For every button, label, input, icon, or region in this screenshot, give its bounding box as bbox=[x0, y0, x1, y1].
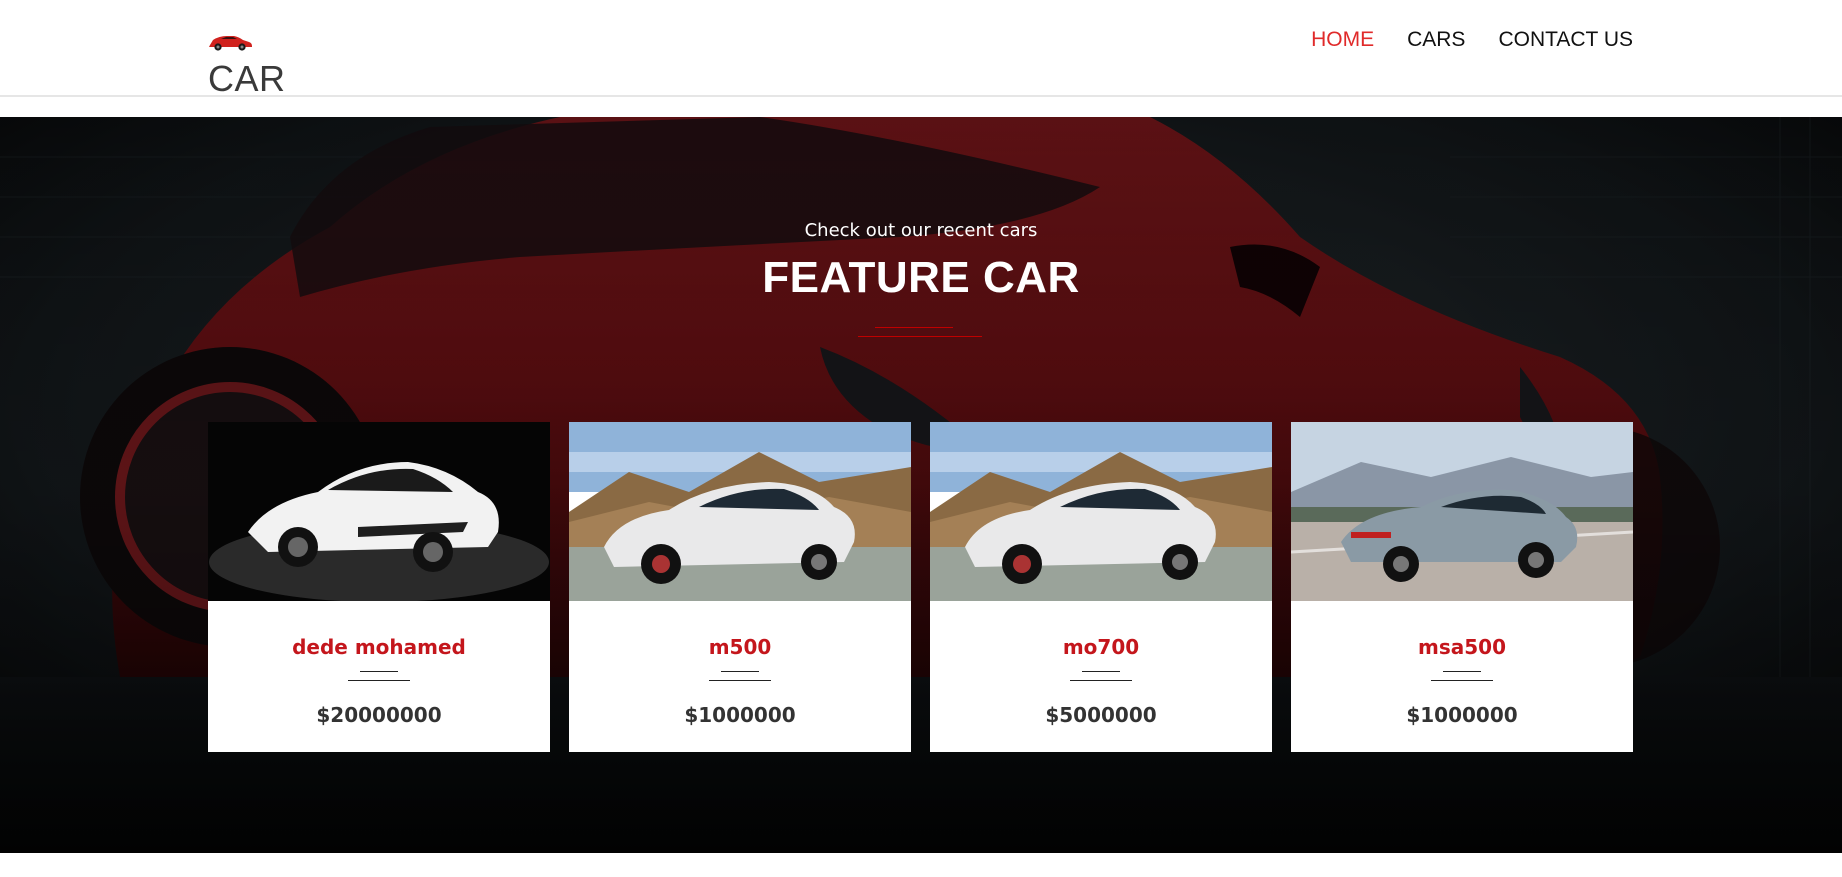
card-divider bbox=[709, 680, 771, 681]
section-subtitle: Check out our recent cars bbox=[804, 220, 1038, 241]
car-photo-white-sports-car-desert[interactable] bbox=[569, 422, 911, 601]
card-divider bbox=[348, 680, 410, 681]
nav-home-link[interactable]: HOME bbox=[1311, 28, 1374, 52]
section-title: FEATURE CAR bbox=[762, 253, 1080, 302]
card-divider bbox=[1443, 671, 1481, 672]
car-name[interactable]: msa500 bbox=[1291, 635, 1633, 659]
car-price: $20000000 bbox=[316, 703, 442, 727]
site-header: CAR HOME CARS CONTACT US bbox=[0, 0, 1842, 100]
main-nav: HOME CARS CONTACT US bbox=[1311, 28, 1633, 52]
car-name[interactable]: m500 bbox=[569, 635, 911, 659]
car-name[interactable]: dede mohamed bbox=[208, 635, 550, 659]
feature-section: Check out our recent cars FEATURE CAR de… bbox=[0, 117, 1842, 853]
car-card[interactable]: dede mohamed $20000000 bbox=[208, 422, 550, 752]
car-photo-white-sports-car[interactable] bbox=[208, 422, 550, 601]
card-divider bbox=[1431, 680, 1493, 681]
car-price: $5000000 bbox=[1045, 703, 1157, 727]
car-photo-silver-sports-car-track[interactable] bbox=[1291, 422, 1633, 601]
nav-cars-link[interactable]: CARS bbox=[1407, 28, 1465, 52]
car-card[interactable]: msa500 $1000000 bbox=[1291, 422, 1633, 752]
card-divider bbox=[1070, 680, 1132, 681]
car-price: $1000000 bbox=[1406, 703, 1518, 727]
card-divider bbox=[1082, 671, 1120, 672]
car-card[interactable]: m500 $1000000 bbox=[569, 422, 911, 752]
brand-name[interactable]: CAR bbox=[208, 58, 286, 100]
title-divider bbox=[858, 336, 982, 337]
car-photo-white-sports-car-desert[interactable] bbox=[930, 422, 1272, 601]
nav-contact-link[interactable]: CONTACT US bbox=[1498, 28, 1633, 52]
red-sports-car-icon[interactable] bbox=[207, 30, 253, 52]
car-price: $1000000 bbox=[684, 703, 796, 727]
title-divider bbox=[875, 327, 953, 328]
car-card[interactable]: mo700 $5000000 bbox=[930, 422, 1272, 752]
card-divider bbox=[360, 671, 398, 672]
card-divider bbox=[721, 671, 759, 672]
car-name[interactable]: mo700 bbox=[930, 635, 1272, 659]
